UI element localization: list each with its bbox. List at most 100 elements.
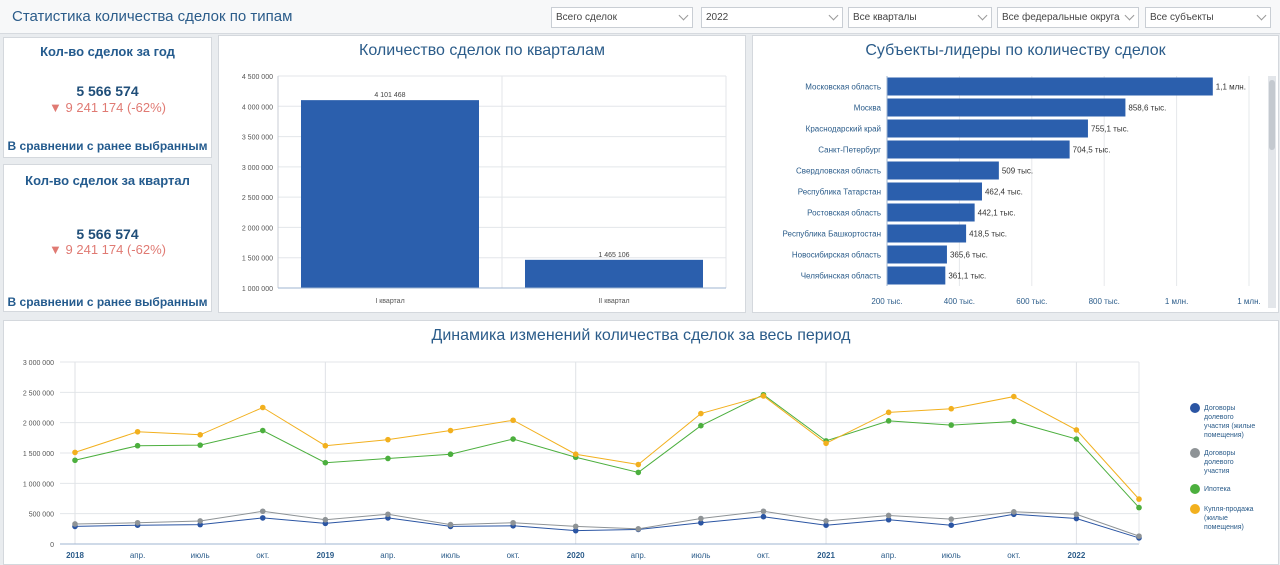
kpi-year-delta: ▼ 9 241 174 (-62%): [4, 100, 211, 115]
data-point: [1011, 418, 1017, 425]
y-tick-label: 500 000: [29, 512, 54, 519]
kpi-year-delta-value: 9 241 174 (-62%): [65, 100, 166, 115]
data-point: [698, 410, 704, 417]
data-point: [823, 440, 829, 447]
y-tick-label: 3 500 000: [242, 135, 273, 142]
region-select[interactable]: Все субъекты: [1145, 7, 1271, 28]
legend-label: Договоры долевого участия: [1204, 450, 1235, 475]
bar-value-label: 442,1 тыс.: [978, 209, 1016, 218]
data-point: [635, 461, 642, 468]
y-tick-label: 3 000 000: [23, 360, 54, 367]
data-point: [134, 428, 141, 435]
bar: [887, 203, 975, 222]
x-tick-label: окт.: [507, 551, 520, 560]
kpi-quarter-delta: ▼ 9 241 174 (-62%): [4, 242, 211, 257]
leaders-scrollbar[interactable]: [1268, 76, 1276, 308]
data-point: [447, 451, 454, 458]
bar: [887, 98, 1126, 117]
x-tick-label: 200 тыс.: [871, 297, 902, 306]
bar: [887, 266, 946, 285]
data-point: [1011, 393, 1017, 400]
y-tick-label: 1 500 000: [242, 256, 273, 263]
bar: [887, 140, 1070, 159]
x-tick-label: 2020: [567, 551, 585, 560]
dynamics-chart-panel: Динамика изменений количества сделок за …: [3, 320, 1279, 565]
data-point: [1011, 509, 1017, 515]
deal-type-value: Всего сделок: [556, 12, 617, 23]
x-tick-label: I квартал: [375, 298, 404, 305]
x-tick-label: 800 тыс.: [1089, 297, 1120, 306]
x-tick-label: 1 млн.: [1165, 297, 1188, 306]
category-label: Санкт-Петербург: [818, 146, 881, 155]
data-point: [635, 526, 642, 532]
data-point: [1073, 436, 1080, 442]
data-point: [259, 404, 266, 411]
data-point: [572, 523, 579, 530]
data-point: [385, 455, 391, 462]
data-point: [1136, 533, 1142, 539]
x-tick-label: июль: [942, 551, 961, 560]
data-point: [760, 513, 767, 520]
kpi-year-footer: В сравнении с ранее выбранным: [7, 139, 208, 153]
series-line: [74, 510, 1140, 537]
x-tick-label: июль: [191, 551, 210, 560]
bar-value-label: 858,6 тыс.: [1128, 104, 1166, 113]
kpi-year-value: 5 566 574: [76, 83, 139, 99]
data-point: [948, 516, 955, 522]
data-point: [885, 512, 892, 519]
x-tick-label: окт.: [256, 551, 269, 560]
data-point: [948, 522, 955, 528]
bar-value-label: 1 465 106: [598, 252, 629, 259]
bar: [887, 119, 1088, 138]
legend-marker: [1190, 448, 1200, 458]
kpi-quarter-card: Кол-во сделок за квартал 5 566 574 ▼ 9 2…: [3, 164, 212, 312]
down-arrow-icon: ▼: [49, 242, 62, 257]
x-tick-label: апр.: [881, 551, 896, 560]
quarter-select[interactable]: Все кварталы: [848, 7, 992, 28]
data-point: [447, 521, 454, 528]
data-point: [1073, 427, 1080, 433]
kpi-quarter-delta-value: 9 241 174 (-62%): [65, 242, 166, 257]
chevron-down-icon: [977, 10, 988, 21]
legend-label: Договоры долевого участия (жилые помещения): [1204, 405, 1255, 439]
data-point: [760, 508, 767, 515]
data-point: [72, 521, 78, 527]
y-tick-label: 3 000 000: [242, 165, 273, 172]
x-tick-label: апр.: [631, 551, 646, 560]
y-tick-label: 2 500 000: [23, 390, 54, 397]
y-tick-label: 2 500 000: [242, 195, 273, 202]
kpi-year-title: Кол-во сделок за год: [40, 44, 175, 59]
chevron-down-icon: [828, 10, 839, 21]
data-point: [760, 393, 767, 399]
data-point: [134, 442, 141, 449]
category-label: Краснодарский край: [806, 125, 881, 134]
data-point: [948, 422, 955, 428]
data-point: [948, 405, 955, 412]
deal-type-select[interactable]: Всего сделок: [551, 7, 693, 28]
bar-value-label: 1,1 млн.: [1216, 83, 1246, 92]
y-tick-label: 1 000 000: [23, 481, 54, 488]
x-tick-label: июль: [691, 551, 710, 560]
bar-value-label: 704,5 тыс.: [1073, 146, 1111, 155]
x-tick-label: окт.: [1007, 551, 1020, 560]
y-tick-label: 2 000 000: [242, 225, 273, 232]
quarters-chart-panel: Количество сделок по кварталам 1 000 000…: [218, 35, 746, 313]
federal-district-select[interactable]: Все федеральные округа: [997, 7, 1139, 28]
bar-value-label: 365,6 тыс.: [950, 251, 988, 260]
bar: [525, 259, 703, 288]
kpi-quarter-title: Кол-во сделок за квартал: [25, 173, 190, 188]
bar-value-label: 755,1 тыс.: [1091, 125, 1129, 134]
data-point: [885, 418, 892, 424]
y-tick-label: 4 500 000: [242, 74, 273, 81]
data-point: [322, 442, 329, 449]
data-point: [385, 511, 391, 518]
x-tick-label: 2022: [1068, 551, 1086, 560]
down-arrow-icon: ▼: [49, 100, 62, 115]
data-point: [322, 459, 329, 466]
data-point: [259, 508, 266, 515]
year-select[interactable]: 2022: [701, 7, 843, 28]
bar: [887, 224, 967, 243]
bar-value-label: 361,1 тыс.: [948, 272, 986, 281]
leaders-chart: 200 тыс. 400 тыс. 600 тыс. 800 тыс. 1 млн. 1 …: [783, 76, 1261, 306]
leaders-scrollbar-thumb[interactable]: [1269, 80, 1275, 150]
